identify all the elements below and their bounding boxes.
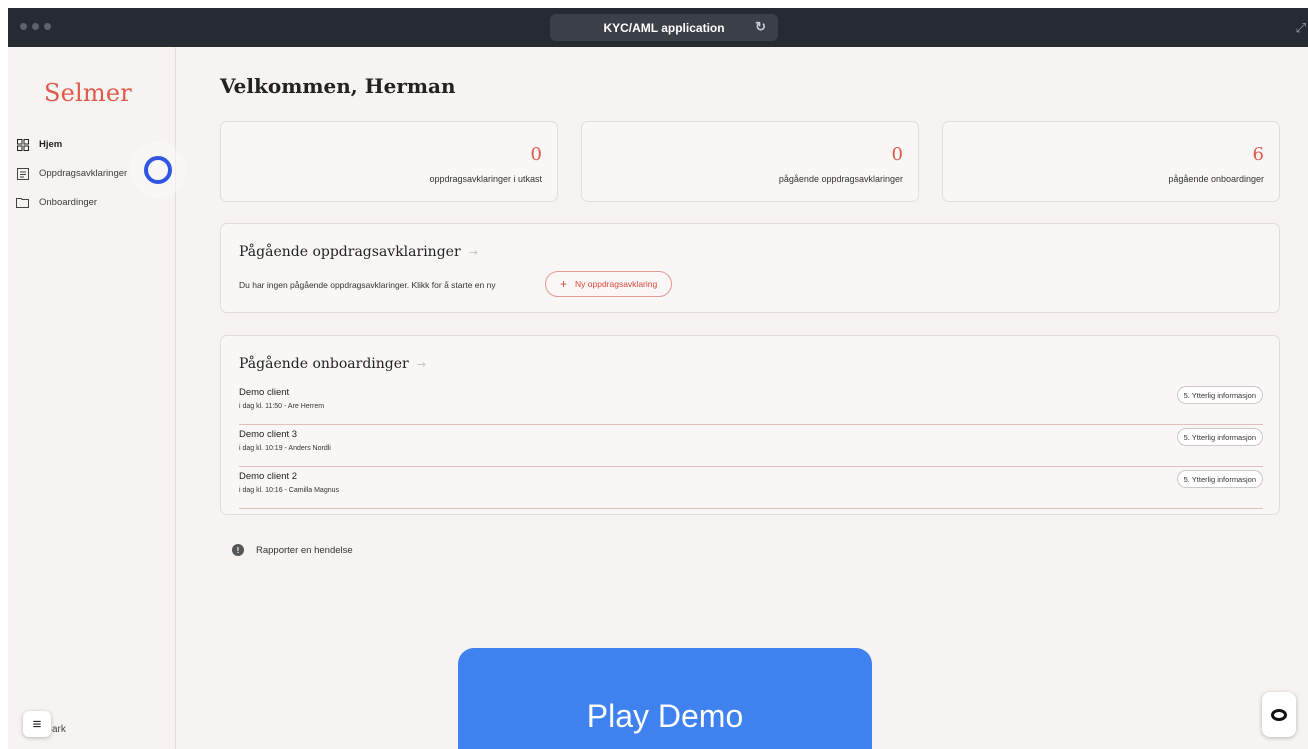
- client-name: Demo client: [239, 387, 290, 398]
- onboardings-title-text: Pågående onboardinger: [239, 356, 409, 372]
- status-badge[interactable]: 5. Ytterlig informasjon: [1176, 386, 1263, 404]
- sidebar-item-label: Hjem: [39, 139, 63, 150]
- app-body: Selmer Hjem Oppdragsavklaringer Onboardi…: [8, 47, 1308, 749]
- page-title: Velkommen, Herman: [220, 74, 456, 98]
- stat-value: 0: [891, 144, 903, 165]
- help-widget-icon: [1271, 708, 1287, 721]
- alert-icon: !: [232, 544, 244, 556]
- menu-icon[interactable]: ≡: [23, 711, 51, 737]
- stat-value: 0: [530, 144, 542, 165]
- arrow-right-icon: →: [416, 358, 426, 371]
- folder-icon: [16, 196, 29, 209]
- empty-state-text: Du har ingen pågående oppdragsavklaringe…: [239, 280, 496, 290]
- play-demo-button[interactable]: Play Demo: [458, 648, 872, 749]
- plus-icon: +: [560, 277, 568, 291]
- sidebar-item-oppdragsavklaringer[interactable]: Oppdragsavklaringer: [16, 159, 127, 188]
- help-widget-button[interactable]: [1262, 692, 1296, 737]
- stat-card-drafts[interactable]: 0 oppdragsavklaringer i utkast: [220, 121, 558, 202]
- document-list-icon: [16, 167, 29, 180]
- stat-value: 6: [1252, 144, 1264, 165]
- sidebar-item-label: Oppdragsavklaringer: [39, 168, 128, 179]
- address-bar[interactable]: KYC/AML application ↻: [550, 14, 778, 41]
- report-incident-link[interactable]: ! Rapporter en hendelse: [232, 544, 353, 556]
- stat-card-ongoing-assignments[interactable]: 0 pågående oppdragsavklaringer: [581, 121, 919, 202]
- status-badge[interactable]: 5. Ytterlig informasjon: [1176, 428, 1263, 446]
- stat-label: pågående oppdragsavklaringer: [778, 174, 903, 184]
- assignments-title[interactable]: Pågående oppdragsavklaringer →: [239, 244, 478, 260]
- window-controls[interactable]: [20, 23, 51, 30]
- new-assignment-button[interactable]: + Ny oppdragsavklaring: [545, 271, 673, 297]
- client-name: Demo client 3: [239, 429, 298, 440]
- reload-icon[interactable]: ↻: [755, 19, 766, 35]
- new-assignment-label: Ny oppdragsavklaring: [575, 279, 658, 289]
- onboarding-row[interactable]: Demo client 3 i dag kl. 10:19 - Anders N…: [239, 425, 1263, 467]
- onboardings-panel: Pågående onboardinger → Demo client i dag…: [220, 335, 1280, 515]
- dashboard-icon: [16, 138, 29, 151]
- sidebar-bottom-label[interactable]: ark: [52, 724, 66, 735]
- onboarding-row[interactable]: Demo client 2 i dag kl. 10:16 - Camilla …: [239, 467, 1263, 509]
- logo[interactable]: Selmer: [44, 79, 132, 107]
- cursor-indicator: [144, 156, 172, 184]
- client-name: Demo client 2: [239, 471, 298, 482]
- client-meta: i dag kl. 10:16 - Camilla Magnus: [239, 487, 339, 494]
- report-incident-label: Rapporter en hendelse: [256, 544, 353, 556]
- arrow-right-icon: →: [468, 246, 478, 259]
- assignments-panel: Pågående oppdragsavklaringer → Du har ing…: [220, 223, 1280, 313]
- sidebar-item-hjem[interactable]: Hjem: [16, 130, 127, 159]
- assignments-title-text: Pågående oppdragsavklaringer: [239, 244, 461, 260]
- status-badge[interactable]: 5. Ytterlig informasjon: [1176, 470, 1263, 488]
- screen: KYC/AML application ↻ ⤢ Selmer Hjem Oppd…: [0, 0, 1308, 749]
- expand-icon[interactable]: ⤢: [1296, 20, 1306, 36]
- window-titlebar: KYC/AML application ↻ ⤢: [8, 8, 1308, 47]
- client-meta: i dag kl. 10:19 - Anders Nordli: [239, 445, 331, 452]
- onboarding-row[interactable]: Demo client i dag kl. 11:50 - Are Herrem…: [239, 383, 1263, 425]
- stat-label: pågående onboardinger: [1168, 174, 1264, 184]
- sidebar-nav: Hjem Oppdragsavklaringer Onboardinger: [16, 130, 127, 217]
- stat-card-ongoing-onboardings[interactable]: 6 pågående onboardinger: [942, 121, 1280, 202]
- sidebar-item-onboardinger[interactable]: Onboardinger: [16, 188, 127, 217]
- sidebar-item-label: Onboardinger: [39, 197, 98, 208]
- onboardings-title[interactable]: Pågående onboardinger →: [239, 356, 426, 372]
- stat-label: oppdragsavklaringer i utkast: [429, 174, 542, 184]
- window-title: KYC/AML application: [603, 20, 725, 35]
- client-meta: i dag kl. 11:50 - Are Herrem: [239, 403, 325, 410]
- sidebar: Selmer Hjem Oppdragsavklaringer Onboardi…: [8, 47, 186, 749]
